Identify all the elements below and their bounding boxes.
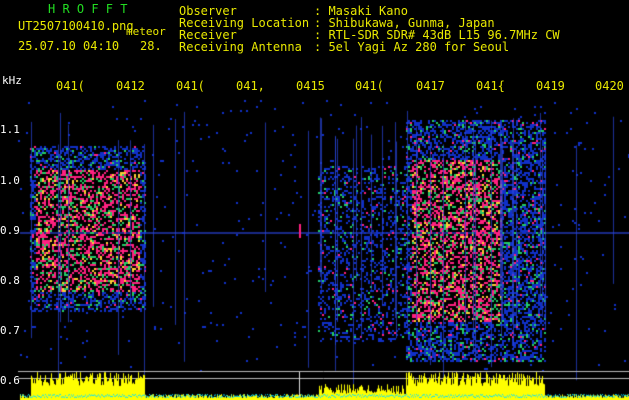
y-tick-label: 1.0 bbox=[0, 174, 20, 187]
info-label-antenna: Receiving Antenna bbox=[179, 40, 302, 54]
x-tick-label: 0417 bbox=[416, 79, 445, 93]
y-tick-label: 0.7 bbox=[0, 324, 20, 337]
x-tick-label: 0412 bbox=[116, 79, 145, 93]
y-tick-label: 0.6 bbox=[0, 374, 20, 387]
count-label: 28. bbox=[140, 39, 162, 53]
x-tick-label: 041( bbox=[355, 79, 384, 93]
app-title: H R O F F T bbox=[48, 2, 128, 16]
x-tick-label: 041( bbox=[56, 79, 85, 93]
spectrogram-canvas bbox=[0, 0, 629, 400]
x-tick-label: 0419 bbox=[536, 79, 565, 93]
axis-unit-label: kHz bbox=[2, 74, 22, 87]
info-value-antenna: : 5el Yagi Az 280 for Seoul bbox=[314, 40, 510, 54]
y-tick-label: 0.8 bbox=[0, 274, 20, 287]
datetime-label: 25.07.10 04:10 bbox=[18, 39, 120, 53]
filename-label: UT2507100410.png bbox=[18, 19, 134, 33]
x-tick-label: 041, bbox=[236, 79, 265, 93]
meteor-label: meteor bbox=[126, 25, 166, 38]
x-tick-label: 0420 bbox=[595, 79, 624, 93]
x-tick-label: 041{ bbox=[476, 79, 505, 93]
x-tick-label: 041( bbox=[176, 79, 205, 93]
x-tick-label: 0415 bbox=[296, 79, 325, 93]
y-tick-label: 0.9 bbox=[0, 224, 20, 237]
y-tick-label: 1.1 bbox=[0, 123, 20, 136]
